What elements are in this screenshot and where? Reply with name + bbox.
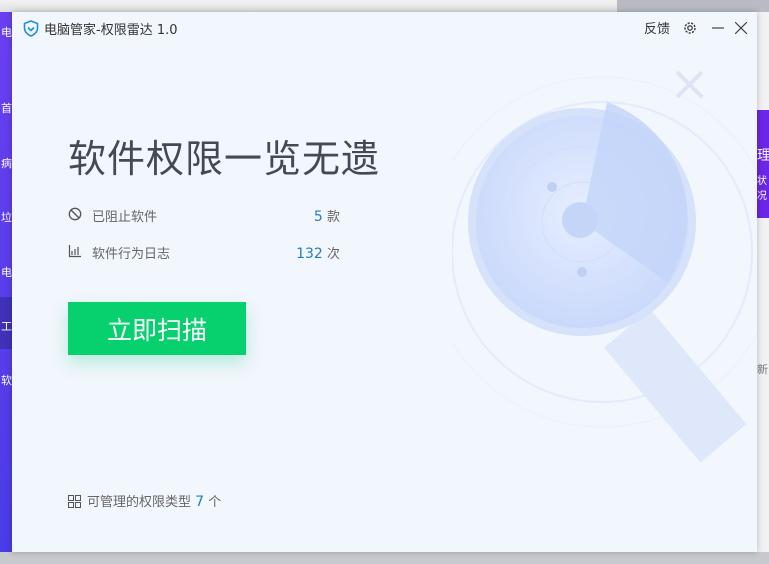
feedback-button[interactable]: 反馈 — [644, 18, 670, 37]
block-icon — [68, 207, 82, 221]
footer-value: 7 — [195, 494, 205, 510]
stat-label: 软件行为日志 — [92, 247, 171, 262]
background-sidebar-item[interactable]: 软 — [1, 372, 12, 388]
footer-unit: 个 — [208, 495, 222, 510]
stat-unit: 次 — [326, 247, 340, 262]
permission-types-info: 可管理的权限类型 7 个 — [68, 491, 221, 510]
background-sidebar-item[interactable]: 电 — [1, 264, 12, 280]
background-sidebar-item[interactable]: 垃 — [1, 209, 12, 225]
background-text: 状况 — [757, 176, 767, 202]
radar-window: 电脑管家-权限雷达 1.0 反馈 软件权限一览无遗 已阻止软件 5 款 软件行为… — [12, 12, 757, 552]
background-sidebar-item[interactable]: 首 — [1, 100, 12, 116]
close-icon[interactable] — [735, 22, 747, 34]
stat-value: 132 — [296, 246, 323, 262]
gear-icon[interactable] — [682, 20, 698, 36]
background-app-sidebar: 电 首 病 垃 电 工 软 — [0, 12, 12, 552]
radar-illustration — [452, 70, 757, 463]
stat-label: 已阻止软件 — [92, 210, 158, 225]
page-headline: 软件权限一览无遗 — [68, 137, 381, 181]
background-app-bottom — [0, 552, 769, 564]
footer-label: 可管理的权限类型 — [87, 495, 192, 510]
window-title: 电脑管家-权限雷达 1.0 — [44, 23, 178, 38]
background-sidebar-item[interactable]: 病 — [1, 155, 12, 171]
chart-icon — [68, 245, 81, 258]
stat-unit: 款 — [326, 210, 340, 225]
background-sidebar-item[interactable]: 工 — [1, 318, 12, 334]
background-sidebar-item[interactable]: 电 — [1, 24, 12, 40]
scan-now-button[interactable]: 立即扫描 — [68, 302, 246, 355]
background-app-right: 理 状况 新 — [757, 12, 769, 552]
background-text: 新 — [757, 363, 768, 376]
background-text: 理 — [757, 148, 769, 164]
grid-icon — [68, 495, 81, 508]
minimize-icon[interactable] — [712, 22, 724, 34]
shield-logo-icon — [23, 20, 39, 37]
stat-value: 5 — [313, 209, 323, 225]
